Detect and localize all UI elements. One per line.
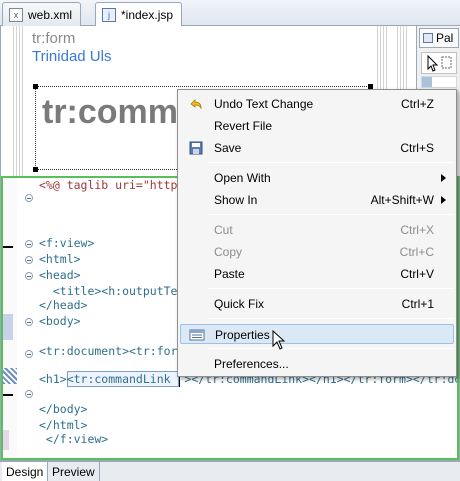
tab-preview[interactable]: Preview — [48, 462, 100, 481]
code-line[interactable]: </head> — [39, 298, 87, 312]
palette-title: Pal — [436, 31, 454, 45]
tab-index-jsp[interactable]: j *index.jsp — [95, 2, 183, 27]
resize-handle[interactable] — [33, 84, 38, 89]
change-marker — [3, 314, 13, 340]
code-line[interactable]: <tr:document><tr:for — [39, 344, 177, 358]
code-line[interactable]: </html> — [39, 418, 87, 432]
submenu-arrow-icon — [441, 196, 446, 204]
trinidad-label: Trinidad Uls — [32, 48, 112, 65]
designer-margin-dots — [13, 26, 23, 176]
tab-label: web.xml — [28, 7, 73, 22]
menu-item-properties[interactable]: Properties — [180, 324, 454, 344]
fold-toggle-icon[interactable] — [25, 272, 33, 280]
tab-label: *index.jsp — [121, 8, 174, 22]
change-marker — [3, 394, 13, 396]
fold-toggle-icon[interactable] — [25, 256, 33, 264]
menu-item-preferences[interactable]: Preferences... — [180, 354, 454, 374]
palette-icon — [423, 33, 433, 43]
mouse-pointer-icon — [272, 330, 286, 350]
palette-header[interactable]: Pal — [419, 28, 459, 48]
palette-tools[interactable] — [421, 52, 457, 74]
menu-item-open-with[interactable]: Open With — [180, 168, 454, 188]
code-line[interactable]: <f:view> — [39, 236, 94, 250]
properties-icon — [189, 329, 205, 341]
xml-file-icon: x — [9, 7, 23, 22]
code-line[interactable]: <head> — [39, 268, 81, 282]
menu-item-paste[interactable]: Paste Ctrl+V — [180, 264, 454, 284]
code-line[interactable]: </f:view> — [39, 432, 108, 446]
code-line[interactable]: <%@ taglib uri="http — [39, 178, 177, 192]
editor-tab-bar: x web.xml j *index.jsp — [0, 0, 460, 27]
menu-item-revert-file[interactable]: Revert File — [180, 116, 454, 136]
save-icon — [189, 141, 203, 155]
code-line[interactable]: </body> — [39, 402, 87, 416]
select-arrow-icon — [427, 54, 452, 72]
menu-item-copy[interactable]: Copy Ctrl+C — [180, 242, 454, 262]
menu-item-undo-text-change[interactable]: Undo Text Change Ctrl+Z — [180, 94, 454, 114]
change-marker — [3, 430, 9, 450]
menu-item-quick-fix[interactable]: Quick Fix Ctrl+1 — [180, 294, 454, 314]
code-line[interactable]: <html> — [39, 252, 81, 266]
code-line[interactable]: <body> — [39, 314, 81, 328]
code-line[interactable]: <title><h:outputTe — [39, 284, 178, 298]
tab-design[interactable]: Design — [2, 462, 49, 481]
context-menu: Undo Text Change Ctrl+Z Revert File Save… — [177, 89, 457, 377]
fold-toggle-icon[interactable] — [25, 194, 33, 202]
menu-item-show-in[interactable]: Show In Alt+Shift+W — [180, 190, 454, 210]
form-tag-label: tr:form — [32, 30, 76, 47]
undo-icon — [190, 99, 202, 110]
menu-item-save[interactable]: Save Ctrl+S — [180, 138, 454, 158]
bottom-tab-bar: Design Preview — [0, 461, 460, 481]
menu-item-cut[interactable]: Cut Ctrl+X — [180, 220, 454, 240]
fold-toggle-icon[interactable] — [25, 318, 33, 326]
tab-web-xml[interactable]: x web.xml — [2, 2, 82, 26]
fold-toggle-icon[interactable] — [25, 240, 33, 248]
fold-toggle-icon[interactable] — [25, 390, 33, 398]
change-marker — [3, 368, 17, 384]
resize-handle[interactable] — [33, 167, 38, 172]
submenu-arrow-icon — [441, 174, 446, 182]
change-marker — [3, 246, 13, 248]
jsp-file-icon: j — [102, 8, 116, 22]
fold-toggle-icon[interactable] — [25, 350, 33, 358]
